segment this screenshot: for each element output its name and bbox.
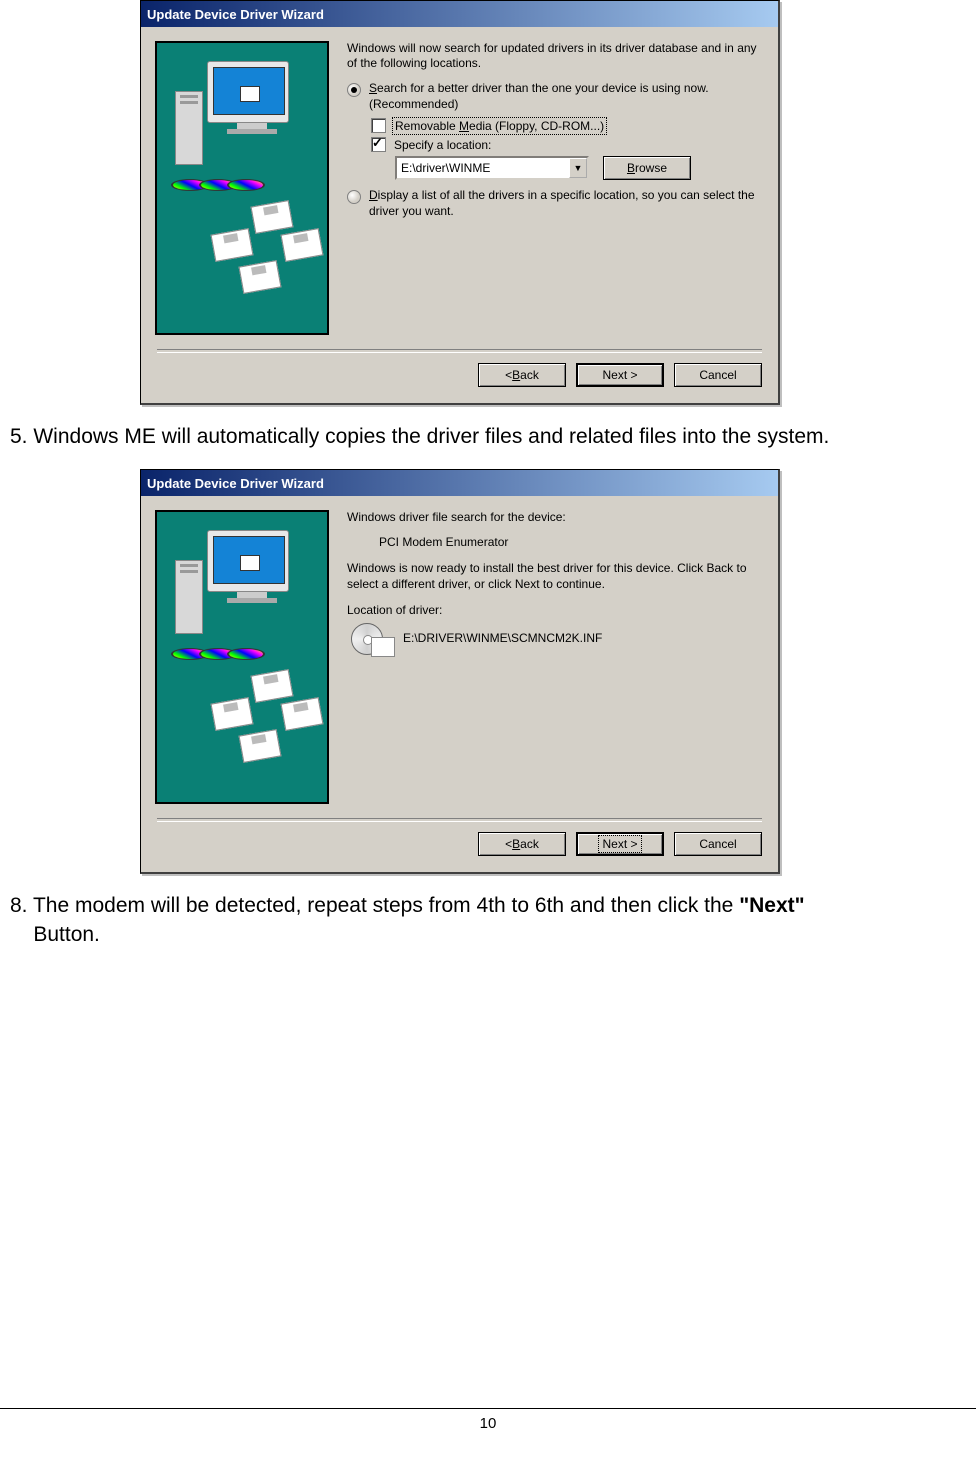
cancel-button[interactable]: Cancel — [674, 363, 762, 387]
title-text-1: Update Device Driver Wizard — [147, 7, 324, 22]
intro-text-1: Windows will now search for updated driv… — [347, 41, 762, 71]
radio-display-list[interactable]: Display a list of all the drivers in a s… — [347, 188, 762, 219]
dialog-body-1: Windows will now search for updated driv… — [141, 27, 778, 341]
browse-button[interactable]: Browse — [603, 156, 691, 180]
radio-icon — [347, 190, 361, 204]
checkbox-icon — [371, 118, 386, 133]
title-text-2: Update Device Driver Wizard — [147, 476, 324, 491]
back-button[interactable]: < Back — [478, 832, 566, 856]
next-button[interactable]: Next > — [576, 832, 664, 856]
radio-label: Display a list of all the drivers in a s… — [369, 188, 762, 219]
check-removable-media[interactable]: Removable Media (Floppy, CD-ROM...) — [371, 118, 762, 133]
back-button[interactable]: < Back — [478, 363, 566, 387]
location-path: E:\driver\WINME — [397, 161, 569, 175]
radio-search-better[interactable]: Search for a better driver than the one … — [347, 81, 762, 112]
location-label: Location of driver: — [347, 603, 762, 617]
check-specify-location[interactable]: Specify a location: — [371, 137, 762, 152]
wizard-image-2 — [155, 510, 329, 804]
check-label: Removable Media (Floppy, CD-ROM...) — [394, 119, 605, 133]
document-page: Update Device Driver Wizard — [0, 0, 976, 1462]
checkbox-icon — [371, 137, 386, 152]
page-footer: 10 — [0, 1408, 976, 1432]
radio-icon — [347, 83, 361, 97]
dialog-1-wrap: Update Device Driver Wizard — [140, 0, 780, 405]
dialog-body-2: Windows driver file search for the devic… — [141, 496, 778, 810]
radio-label: Search for a better driver than the one … — [369, 81, 762, 112]
ready-text: Windows is now ready to install the best… — [347, 561, 762, 592]
titlebar-1: Update Device Driver Wizard — [141, 1, 778, 27]
chevron-down-icon[interactable]: ▼ — [569, 158, 587, 178]
dialog-2-wrap: Update Device Driver Wizard — [140, 469, 780, 874]
location-row: E:\driver\WINME ▼ Browse — [395, 156, 762, 180]
separator — [157, 349, 762, 353]
check-label: Specify a location: — [394, 138, 491, 152]
separator — [157, 818, 762, 822]
dialog-2: Update Device Driver Wizard — [140, 469, 780, 874]
cancel-button[interactable]: Cancel — [674, 832, 762, 856]
driver-path: E:\DRIVER\WINME\SCMNCM2K.INF — [403, 631, 663, 647]
dialog-content-1: Windows will now search for updated driv… — [329, 41, 762, 335]
dialog-content-2: Windows driver file search for the devic… — [329, 510, 762, 804]
search-text: Windows driver file search for the devic… — [347, 510, 762, 525]
driver-path-row: E:\DRIVER\WINME\SCMNCM2K.INF — [351, 623, 762, 655]
dialog-1: Update Device Driver Wizard — [140, 0, 780, 405]
page-number: 10 — [480, 1415, 497, 1432]
titlebar-2: Update Device Driver Wizard — [141, 470, 778, 496]
instruction-5: 5. Windows ME will automatically copies … — [10, 423, 966, 451]
wizard-image-1 — [155, 41, 329, 335]
location-dropdown[interactable]: E:\driver\WINME ▼ — [395, 156, 589, 180]
device-name: PCI Modem Enumerator — [379, 535, 762, 549]
instruction-8: 8. The modem will be detected, repeat st… — [10, 892, 966, 949]
next-button[interactable]: Next > — [576, 363, 664, 387]
sub-options: Removable Media (Floppy, CD-ROM...) Spec… — [371, 118, 762, 180]
cd-icon — [351, 623, 393, 655]
button-row-1: < Back Next > Cancel — [141, 363, 778, 403]
button-row-2: < Back Next > Cancel — [141, 832, 778, 872]
